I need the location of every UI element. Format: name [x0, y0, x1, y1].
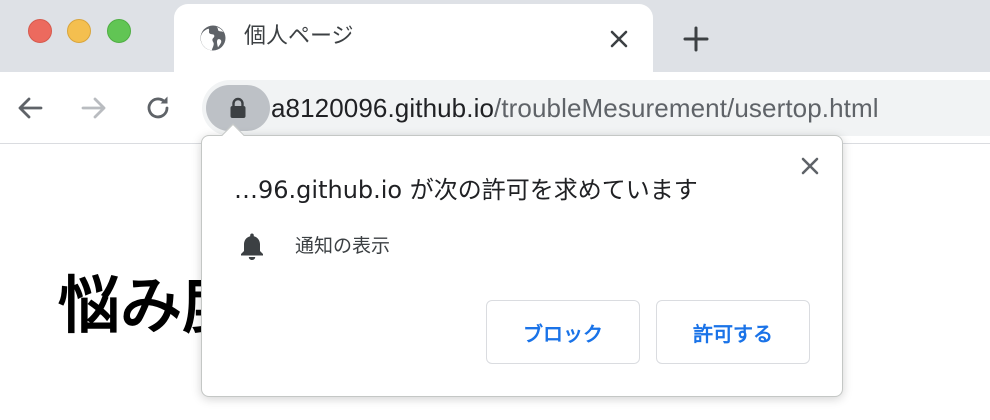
tab-active[interactable]: 個人ページ	[174, 4, 653, 72]
allow-button[interactable]: 許可する	[656, 300, 810, 364]
globe-icon	[200, 25, 226, 51]
url-host: a8120096.github.io	[271, 93, 495, 123]
tab-title: 個人ページ	[244, 24, 354, 49]
block-button[interactable]: ブロック	[486, 300, 640, 364]
url-path: /troubleMesurement/usertop.html	[494, 93, 879, 123]
bell-icon	[241, 233, 263, 260]
close-icon[interactable]	[798, 154, 822, 178]
forward-icon[interactable]	[78, 92, 110, 124]
permission-dialog: …96.github.io が次の許可を求めています 通知の表示 ブロック 許可…	[201, 123, 843, 397]
toolbar: a8120096.github.io/troubleMesurement/use…	[0, 72, 990, 144]
close-window-button[interactable]	[28, 19, 52, 43]
permission-title: …96.github.io が次の許可を求めています	[234, 176, 698, 204]
zoom-window-button[interactable]	[107, 19, 131, 43]
back-icon[interactable]	[14, 92, 46, 124]
new-tab-icon[interactable]	[682, 25, 710, 53]
site-info-button[interactable]	[206, 85, 270, 131]
close-tab-icon[interactable]	[607, 27, 631, 51]
minimize-window-button[interactable]	[67, 19, 91, 43]
reload-icon[interactable]	[142, 92, 174, 124]
address-bar[interactable]: a8120096.github.io/troubleMesurement/use…	[202, 80, 990, 136]
permission-item-label: 通知の表示	[295, 235, 391, 257]
lock-icon	[230, 97, 246, 118]
url-text[interactable]: a8120096.github.io/troubleMesurement/use…	[271, 92, 879, 124]
tab-strip: 個人ページ	[0, 0, 990, 72]
